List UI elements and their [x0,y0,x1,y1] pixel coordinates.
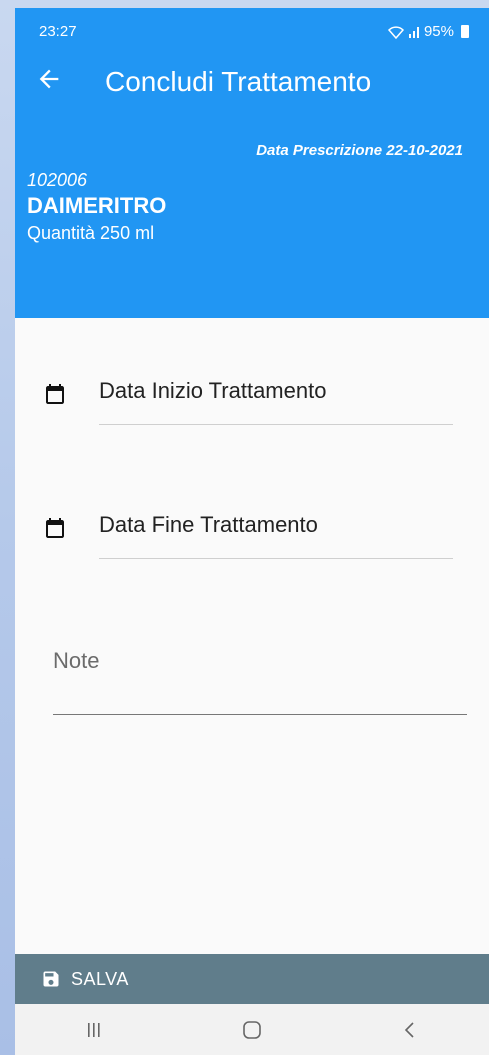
save-label: SALVA [71,968,129,989]
start-date-underline [99,424,453,425]
end-date-label: Data Fine Trattamento [99,512,318,537]
status-bar: 23:27 95% [15,8,489,44]
calendar-icon [46,518,64,538]
battery-icon [461,25,469,38]
system-nav-bar [15,1004,489,1055]
home-icon [243,1020,261,1039]
note-input[interactable]: Note [53,636,467,716]
save-icon [43,971,59,987]
end-date-underline [99,558,453,559]
note-underline [53,714,467,715]
note-label: Note [53,648,100,673]
status-indicators: 95% [387,23,469,40]
phone-screen: 23:27 95% Concludi Trattamento Data Pres… [15,8,489,1055]
back-arrow-icon[interactable] [35,65,63,93]
page-title: Concludi Trattamento [105,66,372,97]
drug-quantity: Quantità 250 ml [27,223,155,243]
drug-name: DAIMERITRO [27,193,167,218]
start-date-label: Data Inizio Trattamento [99,378,327,403]
start-date-field[interactable]: Data Inizio Trattamento [15,372,489,432]
home-button[interactable] [232,1015,272,1045]
wifi-icon [387,25,404,39]
status-time: 23:27 [39,23,77,40]
signal-icon [408,26,419,38]
battery-level: 95% [423,23,454,40]
chevron-left-icon [404,1021,414,1038]
end-date-field[interactable]: Data Fine Trattamento [15,506,489,566]
recent-apps-icon [88,1022,100,1037]
back-button[interactable] [390,1015,430,1045]
app-header: 23:27 95% Concludi Trattamento Data Pres… [15,8,489,318]
save-button[interactable]: SALVA [15,954,489,1004]
calendar-icon [46,384,64,404]
recent-apps-button[interactable] [74,1015,114,1045]
prescription-date: Data Prescrizione 22-10-2021 [256,142,463,159]
drug-code: 102006 [27,170,88,190]
